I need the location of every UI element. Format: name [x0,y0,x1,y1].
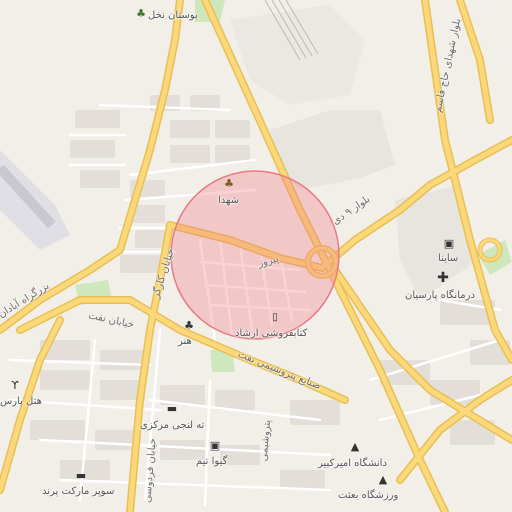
shopping-bag-icon[interactable]: ▣ [208,440,222,454]
place-gio-team[interactable]: گیوا تیم [196,456,227,467]
tree-icon[interactable]: ♣ [182,320,196,334]
map-canvas[interactable]: بلوار شهدای حاج قاسم بلوار ۹ دی پیروز بز… [0,0,512,512]
shopping-bag-icon[interactable]: ▬ [74,470,88,484]
graduation-cap-icon[interactable]: ▲ [376,474,390,488]
medical-cross-icon[interactable]: ✚ [436,271,450,286]
search-radius-circle[interactable] [170,170,340,340]
place-daneshgah-amirkabir[interactable]: دانشگاه امیرکبیر [318,458,387,469]
shopping-bag-icon[interactable]: ▬ [165,403,179,417]
tree-icon[interactable]: ♣ [134,8,148,22]
place-bostan-nakhl[interactable]: بوستان نخل [148,10,198,21]
place-honar[interactable]: هنر [178,336,192,347]
fork-knife-icon[interactable]: ϒ [8,380,22,394]
place-hotel-pars[interactable]: هتل پارس [0,396,42,407]
shopping-bag-icon[interactable]: ▣ [442,238,456,252]
place-sayna[interactable]: ساینا [438,253,458,264]
place-ketabforoushi-ershad[interactable]: کتابفروشی ارشاد [235,328,307,339]
tree-icon[interactable]: ♣ [222,178,236,192]
map-base [0,0,512,512]
place-tanaji-markazi[interactable]: ته لنجی مرکزی [140,420,204,431]
graduation-cap-icon[interactable]: ▲ [348,441,362,455]
place-varzeshgah-besat[interactable]: ورزشگاه بعثت [338,490,398,501]
place-super-market-parand[interactable]: سوپر مارکت پرند [42,486,114,497]
place-darmangah-parsian[interactable]: درمانگاه پارسیان [405,290,475,301]
book-icon[interactable]: ▯ [268,312,282,326]
place-shohada[interactable]: شهدا [218,195,239,206]
